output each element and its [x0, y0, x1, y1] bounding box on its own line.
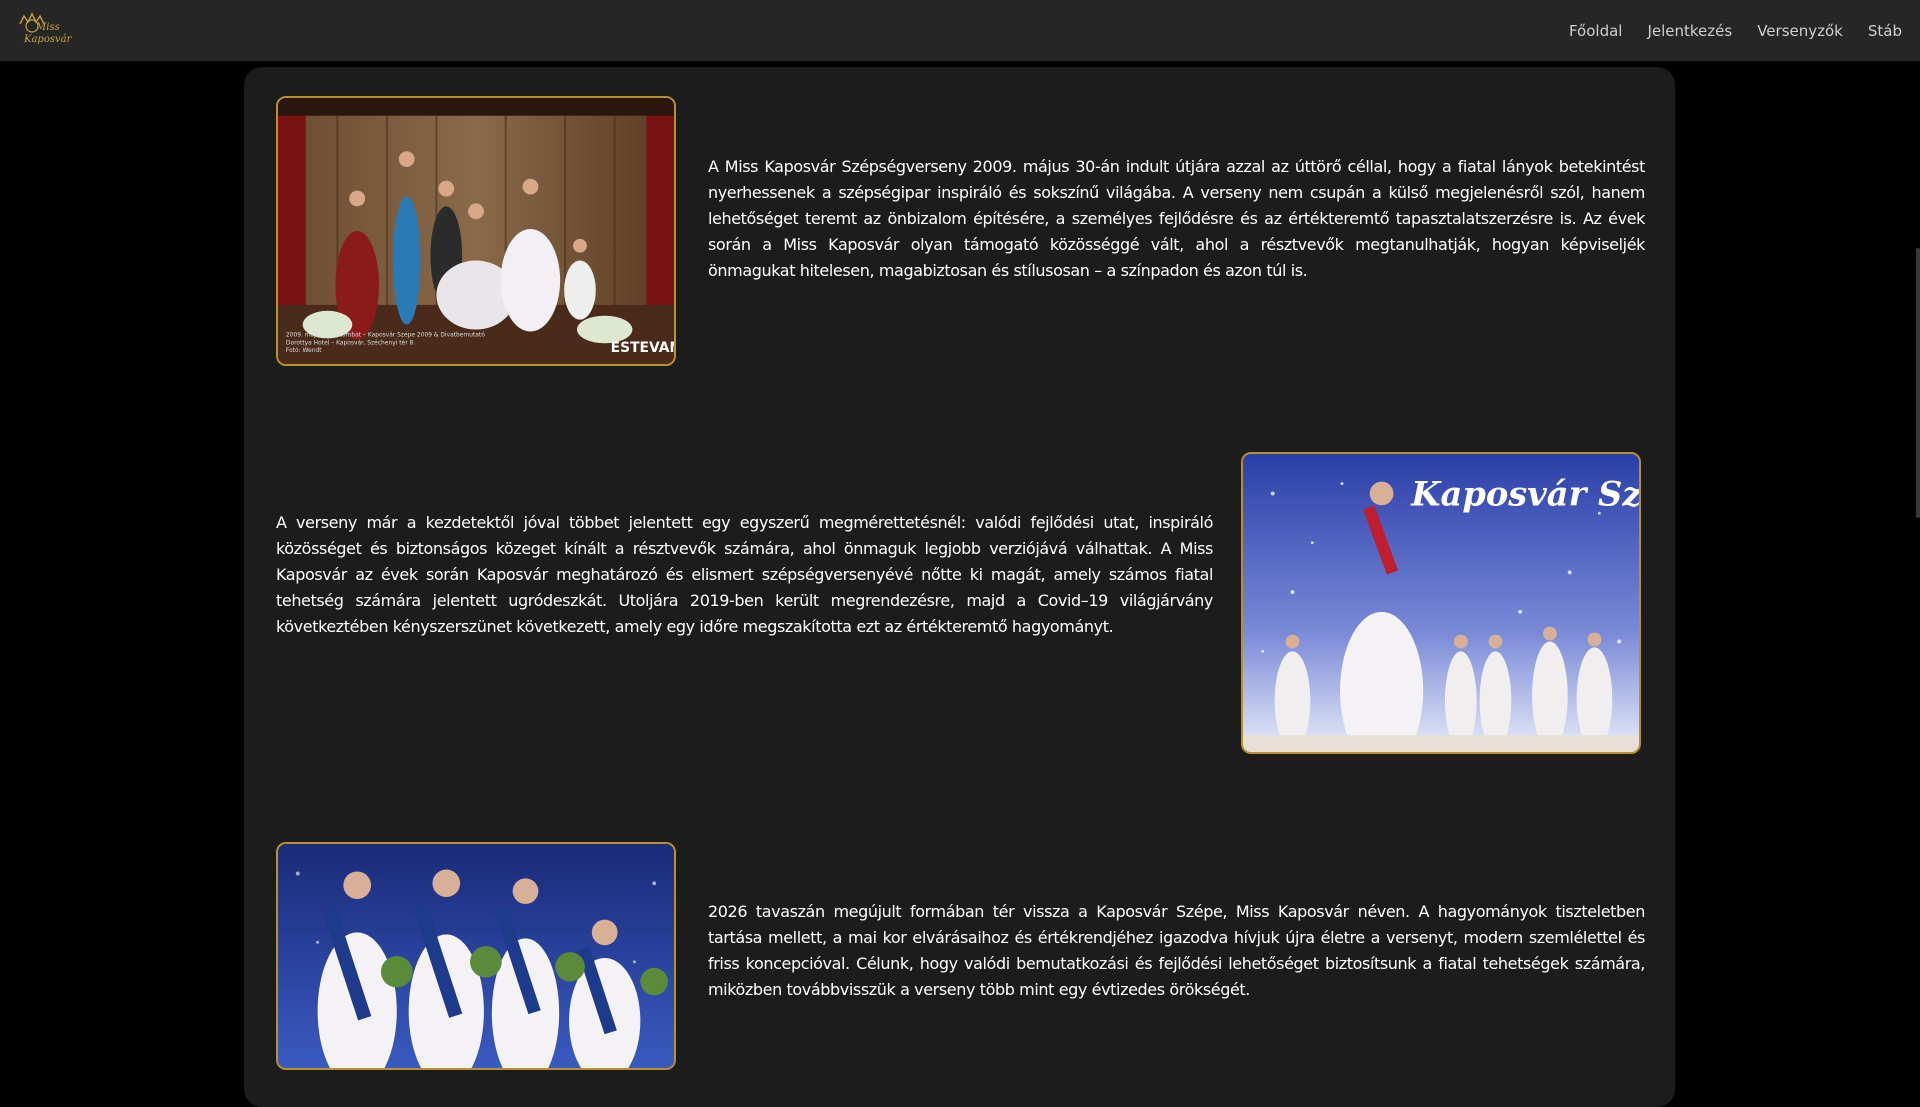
logo-text-miss: Miss — [35, 22, 60, 33]
stage-banner-text: Kaposvár Szépe — [1410, 473, 1639, 513]
intro-paragraph-2: A verseny már a kezdetektől jóval többet… — [276, 513, 1213, 636]
scrollbar-thumb[interactable] — [1916, 248, 1920, 518]
nav-link-fooldal[interactable]: Főoldal — [1569, 22, 1623, 40]
svg-text:Dorottya Hotel – Kaposvár, Szé: Dorottya Hotel – Kaposvár, Széchenyi tér… — [286, 339, 415, 346]
logo-text-kaposvar: Kaposvár — [23, 34, 73, 45]
winner-photo-image: Kaposvár Szépe — [1243, 454, 1639, 752]
photo-caption: 2009. május 30. szombat – Kaposvár Szépe… — [286, 331, 485, 338]
stage-photo-image: 2009. május 30. szombat – Kaposvár Szépe… — [278, 98, 674, 364]
nav-link-stab[interactable]: Stáb — [1868, 22, 1902, 40]
svg-text:Fotó: Wendt: Fotó: Wendt — [286, 347, 322, 354]
miss-kaposvar-logo[interactable]: Miss Kaposvár — [14, 10, 76, 50]
photo-watermark: ESTEVAN — [611, 340, 674, 356]
photo-2019-winner: Kaposvár Szépe — [1241, 452, 1641, 754]
photo-2019-sashes — [276, 842, 676, 1070]
photo-2009-stage: 2009. május 30. szombat – Kaposvár Szépe… — [276, 96, 676, 366]
nav-link-versenyzok[interactable]: Versenyzők — [1757, 22, 1843, 40]
top-navbar: Miss Kaposvár Főoldal Jelentkezés Versen… — [0, 0, 1920, 61]
crown-logo-icon: Miss Kaposvár — [19, 12, 73, 45]
intro-paragraph-3: 2026 tavaszán megújult formában tér viss… — [708, 902, 1645, 999]
content-card: 2009. május 30. szombat – Kaposvár Szépe… — [244, 67, 1675, 1107]
nav-link-jelentkezes[interactable]: Jelentkezés — [1647, 22, 1732, 40]
sashes-photo-image — [278, 844, 674, 1068]
main-nav: Főoldal Jelentkezés Versenyzők Stáb — [1569, 0, 1902, 61]
intro-paragraph-1: A Miss Kaposvár Szépségverseny 2009. máj… — [708, 157, 1645, 280]
